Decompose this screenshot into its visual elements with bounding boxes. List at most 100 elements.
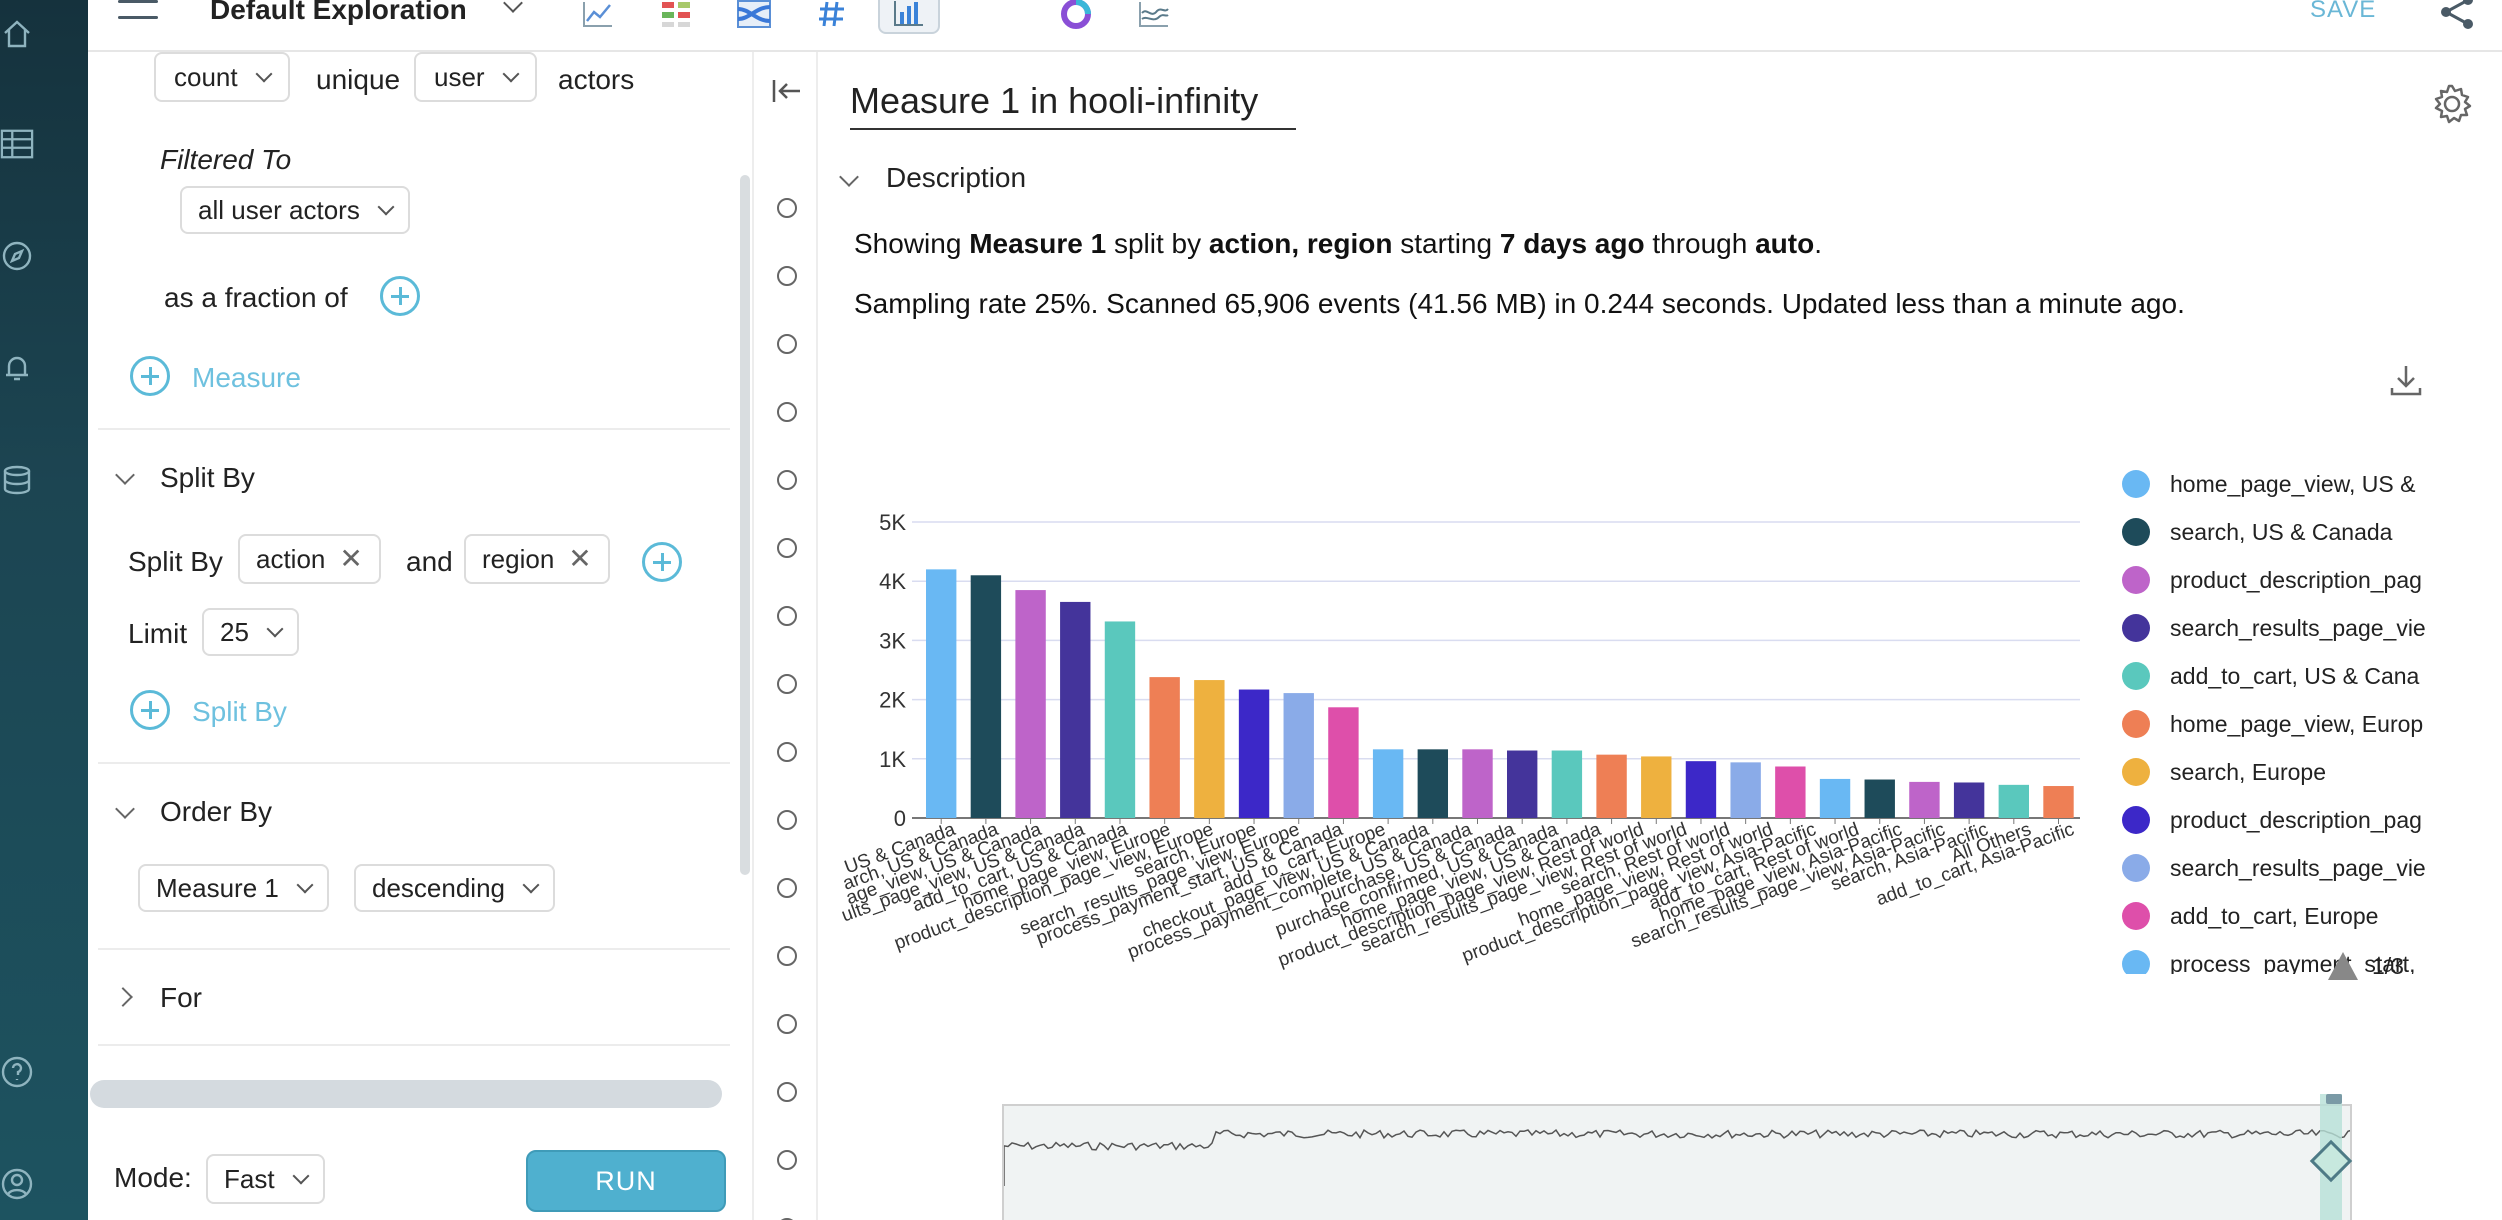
legend-item[interactable]: search_results_page_vie bbox=[2118, 608, 2426, 648]
bar[interactable] bbox=[1819, 778, 1851, 818]
table-color-icon[interactable] bbox=[654, 0, 698, 34]
order-section-title[interactable]: Order By bbox=[160, 796, 272, 828]
bar[interactable] bbox=[1998, 784, 2030, 818]
bar[interactable] bbox=[1283, 693, 1314, 818]
series-radio[interactable] bbox=[777, 878, 797, 898]
timeline-handle-grip[interactable] bbox=[2326, 1094, 2342, 1104]
chevron-down-icon[interactable] bbox=[115, 799, 135, 819]
home-icon[interactable] bbox=[0, 14, 34, 54]
donut-icon[interactable] bbox=[1054, 0, 1098, 34]
database-icon[interactable] bbox=[0, 460, 34, 500]
timeline-brush[interactable] bbox=[1002, 1104, 2352, 1220]
add-measure-icon[interactable] bbox=[130, 356, 170, 396]
bar-chart-icon[interactable] bbox=[878, 0, 940, 34]
split-chip-action[interactable]: action ✕ bbox=[238, 534, 381, 584]
line-chart-icon[interactable] bbox=[576, 0, 620, 34]
panel-vertical-scrollbar[interactable] bbox=[740, 175, 750, 875]
split-chip-region[interactable]: region ✕ bbox=[464, 534, 610, 584]
results-title[interactable]: Measure 1 in hooli-infinity bbox=[850, 80, 1296, 130]
wave-icon[interactable] bbox=[1132, 0, 1176, 34]
bar[interactable] bbox=[1104, 621, 1136, 818]
chevron-down-icon[interactable] bbox=[115, 465, 135, 485]
exploration-title[interactable]: Default Exploration bbox=[210, 0, 467, 26]
gear-icon[interactable] bbox=[2430, 82, 2474, 131]
series-radio[interactable] bbox=[777, 674, 797, 694]
bar[interactable] bbox=[1909, 781, 1940, 818]
collapse-panel-icon[interactable] bbox=[770, 76, 804, 111]
bar[interactable] bbox=[970, 575, 1002, 818]
bar[interactable] bbox=[1551, 750, 1583, 818]
bar[interactable] bbox=[1775, 766, 1806, 818]
bar[interactable] bbox=[1864, 779, 1895, 818]
mode-select[interactable]: Fast bbox=[206, 1154, 325, 1204]
number-icon[interactable] bbox=[810, 0, 854, 34]
share-icon[interactable] bbox=[2438, 0, 2478, 37]
legend-item[interactable]: product_description_pag bbox=[2118, 800, 2422, 840]
series-radio[interactable] bbox=[777, 538, 797, 558]
bar[interactable] bbox=[1417, 749, 1449, 818]
legend-item[interactable]: search, US & Canada bbox=[2118, 512, 2392, 552]
legend-item[interactable]: search_results_page_vie bbox=[2118, 848, 2426, 888]
split-section-title[interactable]: Split By bbox=[160, 462, 255, 494]
legend-item[interactable]: home_page_view, US & bbox=[2118, 464, 2416, 504]
legend-item[interactable]: home_page_view, Europ bbox=[2118, 704, 2423, 744]
bar[interactable] bbox=[1685, 761, 1717, 818]
grid-icon[interactable] bbox=[0, 124, 34, 164]
bar[interactable] bbox=[1596, 754, 1627, 818]
series-radio[interactable] bbox=[777, 1014, 797, 1034]
description-toggle[interactable]: Description bbox=[886, 162, 1026, 194]
bar[interactable] bbox=[2043, 786, 2074, 818]
run-button[interactable]: RUN bbox=[526, 1150, 726, 1212]
save-button[interactable]: SAVE bbox=[2310, 0, 2376, 24]
series-radio[interactable] bbox=[777, 742, 797, 762]
series-radio[interactable] bbox=[777, 402, 797, 422]
actor-select[interactable]: user bbox=[414, 52, 537, 102]
chevron-right-icon[interactable] bbox=[113, 987, 133, 1007]
series-radio[interactable] bbox=[777, 1082, 797, 1102]
order-field-select[interactable]: Measure 1 bbox=[138, 864, 329, 912]
series-radio[interactable] bbox=[777, 266, 797, 286]
bar[interactable] bbox=[1730, 762, 1761, 818]
legend-item[interactable]: add_to_cart, Europe bbox=[2118, 896, 2378, 936]
legend-item[interactable]: search, Europe bbox=[2118, 752, 2326, 792]
series-radio[interactable] bbox=[777, 334, 797, 354]
series-radio[interactable] bbox=[777, 946, 797, 966]
remove-icon[interactable]: ✕ bbox=[568, 545, 591, 573]
series-radio[interactable] bbox=[777, 198, 797, 218]
legend-item[interactable]: add_to_cart, US & Cana bbox=[2118, 656, 2419, 696]
legend-item[interactable]: product_description_pag bbox=[2118, 560, 2422, 600]
bar[interactable] bbox=[1194, 680, 1225, 818]
bar[interactable] bbox=[1060, 601, 1091, 818]
bar[interactable] bbox=[1238, 689, 1270, 818]
limit-select[interactable]: 25 bbox=[202, 608, 299, 656]
bar[interactable] bbox=[1953, 782, 1985, 818]
bell-icon[interactable] bbox=[0, 348, 34, 388]
filter-select[interactable]: all user actors bbox=[180, 186, 410, 234]
panel-horizontal-scrollbar[interactable] bbox=[90, 1080, 722, 1108]
aggregation-select[interactable]: count bbox=[154, 52, 290, 102]
bar[interactable] bbox=[1149, 677, 1180, 818]
compass-icon[interactable] bbox=[0, 236, 34, 276]
for-section-title[interactable]: For bbox=[160, 982, 202, 1014]
add-split-inline-icon[interactable] bbox=[642, 542, 682, 582]
chevron-down-icon[interactable] bbox=[503, 0, 523, 13]
series-radio[interactable] bbox=[777, 470, 797, 490]
add-fraction-icon[interactable] bbox=[380, 276, 420, 316]
bar[interactable] bbox=[1641, 756, 1672, 818]
help-icon[interactable] bbox=[0, 1052, 34, 1092]
chevron-down-icon[interactable] bbox=[839, 167, 859, 187]
menu-icon[interactable] bbox=[118, 0, 158, 22]
add-split-icon[interactable] bbox=[130, 690, 170, 730]
series-radio[interactable] bbox=[777, 1150, 797, 1170]
add-measure-button[interactable]: Measure bbox=[192, 362, 301, 394]
bar[interactable] bbox=[926, 569, 957, 818]
bar[interactable] bbox=[1015, 590, 1046, 818]
remove-icon[interactable]: ✕ bbox=[339, 545, 362, 573]
bar[interactable] bbox=[1372, 749, 1404, 818]
sankey-icon[interactable] bbox=[732, 0, 776, 34]
series-radio[interactable] bbox=[777, 810, 797, 830]
legend-prev-icon[interactable] bbox=[2328, 952, 2358, 980]
add-split-button[interactable]: Split By bbox=[192, 696, 287, 728]
download-icon[interactable] bbox=[2388, 362, 2424, 403]
bar[interactable] bbox=[1328, 707, 1359, 818]
